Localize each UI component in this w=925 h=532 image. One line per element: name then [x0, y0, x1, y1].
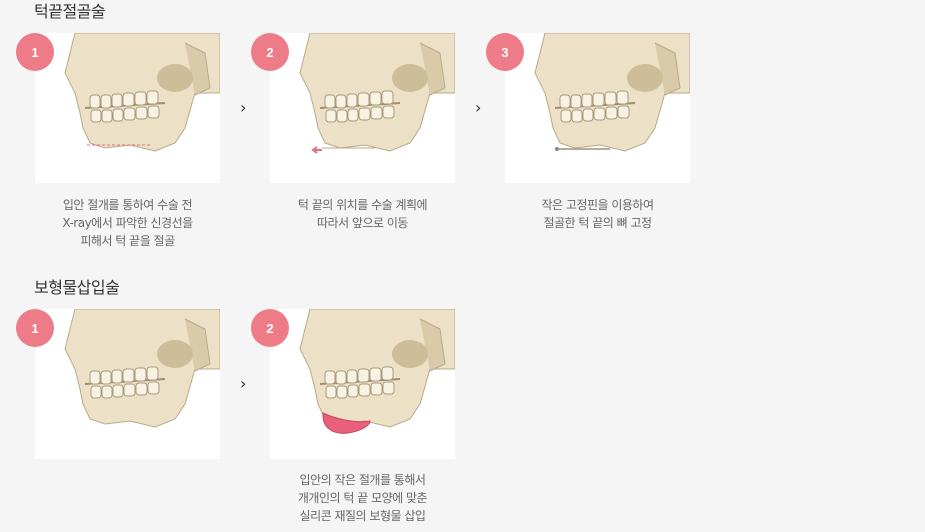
step-caption: 입안 절개를 통하여 수술 전 X-ray에서 파악한 신경선을 피해서 턱 끝… [62, 198, 193, 248]
chevron-right-icon: › [240, 374, 247, 393]
step-number-badge: 1 [16, 309, 54, 347]
chevron-right-icon: › [240, 98, 247, 117]
step-number-badge: 2 [251, 33, 289, 71]
skull-illustration [505, 33, 690, 183]
step-number-badge: 2 [251, 309, 289, 347]
step-number-badge: 1 [16, 33, 54, 71]
step-caption: 입안의 작은 절개를 통해서 개개인의 턱 끝 모양에 맞춘 실리콘 재질의 보… [297, 473, 428, 523]
step-number-badge: 3 [486, 33, 524, 71]
skull-illustration [270, 309, 455, 459]
section-title-chin-osteotomy: 턱끝절골술 [34, 2, 106, 21]
step-caption: 작은 고정핀을 이용하여 절골한 턱 끝의 뼈 고정 [541, 198, 654, 230]
skull-illustration [270, 33, 455, 183]
skull-illustration [35, 33, 220, 183]
skull-illustration [35, 309, 220, 459]
chevron-right-icon: › [475, 98, 482, 117]
section-title-implant-insertion: 보형물삽입술 [34, 278, 120, 297]
step-caption: 턱 끝의 위치를 수술 계획에 따라서 앞으로 이동 [297, 198, 428, 230]
